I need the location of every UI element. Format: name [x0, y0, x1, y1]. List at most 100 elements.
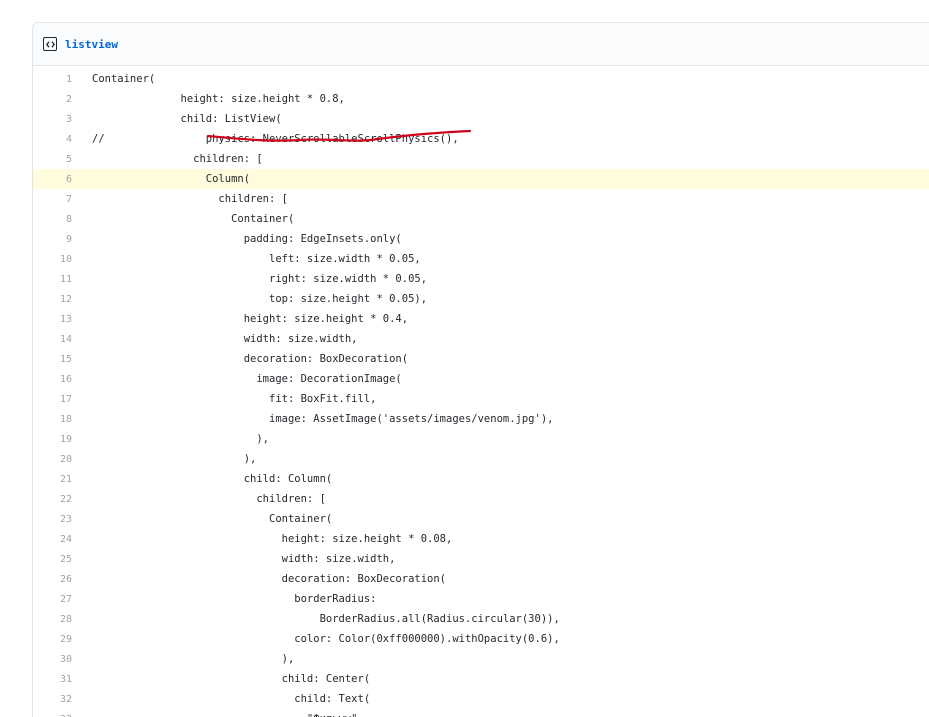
- line-number[interactable]: 22: [33, 494, 72, 505]
- code-line: 3 child: ListView(: [33, 109, 929, 129]
- code-line: 7 children: [: [33, 189, 929, 209]
- line-code: height: size.height * 0.8,: [92, 93, 345, 105]
- code-line: 21 child: Column(: [33, 469, 929, 489]
- line-code: decoration: BoxDecoration(: [92, 353, 409, 365]
- line-code: right: size.width * 0.05,: [92, 273, 428, 285]
- code-line: 2 height: size.height * 0.8,: [33, 89, 929, 109]
- line-number[interactable]: 31: [33, 674, 72, 685]
- file-header: listview: [33, 23, 929, 66]
- line-number[interactable]: 6: [33, 174, 72, 185]
- line-number[interactable]: 10: [33, 254, 72, 265]
- line-code: child: Center(: [92, 673, 371, 685]
- line-code: Container(: [92, 513, 333, 525]
- code-line: 23 Container(: [33, 509, 929, 529]
- line-number[interactable]: 2: [33, 94, 72, 105]
- code-line: 16 image: DecorationImage(: [33, 369, 929, 389]
- line-number[interactable]: 11: [33, 274, 72, 285]
- line-code: width: size.width,: [92, 333, 358, 345]
- code-line: 24 height: size.height * 0.08,: [33, 529, 929, 549]
- code-line: 8 Container(: [33, 209, 929, 229]
- line-code: decoration: BoxDecoration(: [92, 573, 447, 585]
- code-line: 29 color: Color(0xff000000).withOpacity(…: [33, 629, 929, 649]
- code-line: 19 ),: [33, 429, 929, 449]
- code-line: 11 right: size.width * 0.05,: [33, 269, 929, 289]
- code-line: 6 Column(: [33, 169, 929, 189]
- line-number[interactable]: 20: [33, 454, 72, 465]
- line-number[interactable]: 13: [33, 314, 72, 325]
- code-line: 9 padding: EdgeInsets.only(: [33, 229, 929, 249]
- line-code: BorderRadius.all(Radius.circular(30)),: [92, 613, 560, 625]
- line-code: children: [: [92, 153, 263, 165]
- line-number[interactable]: 4: [33, 134, 72, 145]
- line-number[interactable]: 19: [33, 434, 72, 445]
- code-line: 18 image: AssetImage('assets/images/veno…: [33, 409, 929, 429]
- code-line: 22 children: [: [33, 489, 929, 509]
- line-number[interactable]: 17: [33, 394, 72, 405]
- line-number[interactable]: 7: [33, 194, 72, 205]
- code-line: 26 decoration: BoxDecoration(: [33, 569, 929, 589]
- line-code: borderRadius:: [92, 593, 377, 605]
- line-number[interactable]: 18: [33, 414, 72, 425]
- line-number[interactable]: 3: [33, 114, 72, 125]
- line-code: image: AssetImage('assets/images/venom.j…: [92, 413, 554, 425]
- line-number[interactable]: 15: [33, 354, 72, 365]
- code-line: 10 left: size.width * 0.05,: [33, 249, 929, 269]
- line-code: height: size.height * 0.4,: [92, 313, 409, 325]
- code-line: 33 "Фильмы",: [33, 709, 929, 717]
- line-number[interactable]: 14: [33, 334, 72, 345]
- code-line: 31 child: Center(: [33, 669, 929, 689]
- line-code: child: Text(: [92, 693, 371, 705]
- line-code: // physics: NeverScrollableScrollPhysics…: [92, 133, 459, 145]
- line-number[interactable]: 28: [33, 614, 72, 625]
- line-code: ),: [92, 453, 257, 465]
- line-number[interactable]: 29: [33, 634, 72, 645]
- code-line: 4 // physics: NeverScrollableScrollPhysic…: [33, 129, 929, 149]
- line-number[interactable]: 30: [33, 654, 72, 665]
- code-line: 25 width: size.width,: [33, 549, 929, 569]
- line-number[interactable]: 1: [33, 74, 72, 85]
- code-body: 1 Container(2 height: size.height * 0.8, 3…: [33, 66, 929, 717]
- line-number[interactable]: 25: [33, 554, 72, 565]
- line-number[interactable]: 12: [33, 294, 72, 305]
- line-code: width: size.width,: [92, 553, 396, 565]
- code-line: 12 top: size.height * 0.05),: [33, 289, 929, 309]
- line-number[interactable]: 23: [33, 514, 72, 525]
- line-code: height: size.height * 0.08,: [92, 533, 453, 545]
- line-code: child: ListView(: [92, 113, 282, 125]
- line-number[interactable]: 21: [33, 474, 72, 485]
- line-code: Container(: [92, 213, 295, 225]
- code-line: 20 ),: [33, 449, 929, 469]
- line-number[interactable]: 9: [33, 234, 72, 245]
- code-file-viewer: listview 1 Container( 2 height: size.heigh…: [32, 22, 929, 717]
- line-code: padding: EdgeInsets.only(: [92, 233, 402, 245]
- line-code: image: DecorationImage(: [92, 373, 402, 385]
- line-number[interactable]: 27: [33, 594, 72, 605]
- line-code: left: size.width * 0.05,: [92, 253, 421, 265]
- code-line: 5 children: [: [33, 149, 929, 169]
- line-code: Column(: [92, 173, 251, 185]
- line-code: Container(: [92, 73, 156, 85]
- line-code: ),: [92, 433, 270, 445]
- line-code: children: [: [92, 493, 326, 505]
- code-file-icon: [43, 37, 57, 51]
- code-line: 15 decoration: BoxDecoration(: [33, 349, 929, 369]
- code-line: 32 child: Text(: [33, 689, 929, 709]
- code-line: 17 fit: BoxFit.fill,: [33, 389, 929, 409]
- line-code: children: [: [92, 193, 288, 205]
- line-number[interactable]: 24: [33, 534, 72, 545]
- code-line: 27 borderRadius:: [33, 589, 929, 609]
- line-number[interactable]: 8: [33, 214, 72, 225]
- code-line: 28 BorderRadius.all(Radius.circular(30))…: [33, 609, 929, 629]
- line-number[interactable]: 16: [33, 374, 72, 385]
- line-number[interactable]: 33: [33, 714, 72, 717]
- file-name-link[interactable]: listview: [65, 38, 118, 51]
- line-number[interactable]: 5: [33, 154, 72, 165]
- line-code: ),: [92, 653, 295, 665]
- code-line: 14 width: size.width,: [33, 329, 929, 349]
- line-code: child: Column(: [92, 473, 333, 485]
- line-code: color: Color(0xff000000).withOpacity(0.6…: [92, 633, 560, 645]
- code-line: 1 Container(: [33, 69, 929, 89]
- line-number[interactable]: 32: [33, 694, 72, 705]
- line-code: top: size.height * 0.05),: [92, 293, 428, 305]
- line-number[interactable]: 26: [33, 574, 72, 585]
